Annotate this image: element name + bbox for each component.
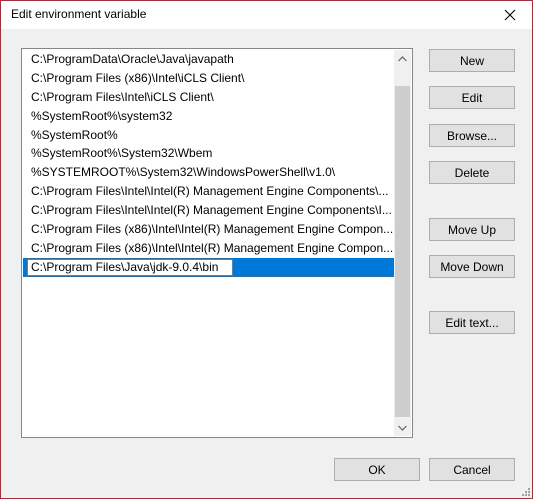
scroll-down-button[interactable]	[394, 419, 411, 436]
close-button[interactable]	[488, 1, 532, 29]
list-item[interactable]: %SystemRoot%\System32\Wbem	[23, 144, 394, 163]
edit-button[interactable]: Edit	[429, 86, 515, 109]
scroll-up-button[interactable]	[394, 50, 411, 67]
browse-button[interactable]: Browse...	[429, 124, 515, 147]
vertical-scrollbar[interactable]	[394, 50, 411, 436]
list-item[interactable]: C:\Program Files\Intel\Intel(R) Manageme…	[23, 201, 394, 220]
chevron-down-icon	[398, 425, 407, 431]
list-item[interactable]: C:\Program Files (x86)\Intel\iCLS Client…	[23, 69, 394, 88]
edit-environment-variable-dialog: Edit environment variable C:\ProgramData…	[0, 0, 533, 499]
scroll-thumb[interactable]	[395, 86, 410, 417]
title-bar[interactable]: Edit environment variable	[1, 1, 532, 29]
close-icon	[504, 9, 516, 21]
list-item[interactable]: %SystemRoot%\system32	[23, 107, 394, 126]
window-title: Edit environment variable	[11, 7, 147, 21]
list-item[interactable]: C:\Program Files (x86)\Intel\Intel(R) Ma…	[23, 239, 394, 258]
list-item-editing[interactable]	[23, 257, 394, 277]
path-list[interactable]: C:\ProgramData\Oracle\Java\javapath C:\P…	[21, 48, 413, 438]
list-item[interactable]: %SystemRoot%	[23, 126, 394, 145]
list-item[interactable]: C:\Program Files\Intel\iCLS Client\	[23, 88, 394, 107]
cancel-button[interactable]: Cancel	[429, 458, 515, 481]
edit-text-button[interactable]: Edit text...	[429, 311, 515, 334]
ok-button[interactable]: OK	[334, 458, 420, 481]
list-item[interactable]: %SYSTEMROOT%\System32\WindowsPowerShell\…	[23, 163, 394, 182]
list-item[interactable]: C:\Program Files\Intel\Intel(R) Manageme…	[23, 182, 394, 201]
list-item[interactable]: C:\Program Files (x86)\Intel\Intel(R) Ma…	[23, 220, 394, 239]
path-list-rows: C:\ProgramData\Oracle\Java\javapath C:\P…	[23, 50, 394, 277]
move-up-button[interactable]: Move Up	[429, 218, 515, 241]
list-item[interactable]: C:\ProgramData\Oracle\Java\javapath	[23, 50, 394, 69]
delete-button[interactable]: Delete	[429, 161, 515, 184]
move-down-button[interactable]: Move Down	[429, 255, 515, 278]
resize-grip-icon[interactable]	[520, 486, 530, 496]
new-button[interactable]: New	[429, 49, 515, 72]
chevron-up-icon	[398, 55, 407, 61]
path-edit-input[interactable]	[27, 258, 233, 276]
